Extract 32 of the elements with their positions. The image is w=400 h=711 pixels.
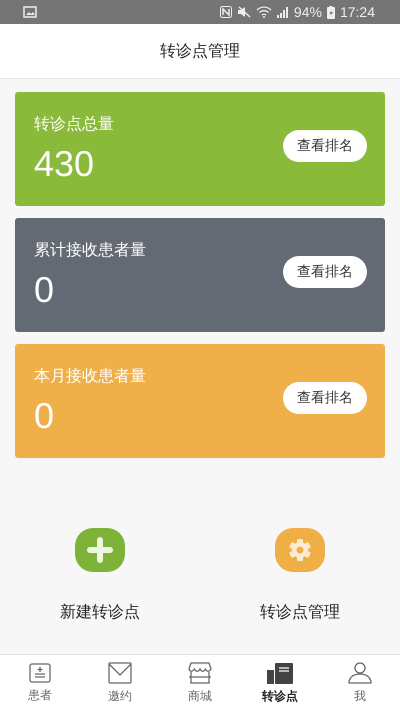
stat-label: 本月接收患者量 [34,366,147,386]
tab-item[interactable]: 我 [320,655,400,711]
envelope-icon [108,662,132,684]
battery-icon [326,6,335,18]
ranking-button[interactable]: 查看排名 [283,130,367,162]
stat-label: 转诊点总量 [34,114,115,134]
action-label[interactable]: 转诊点管理 [260,602,340,623]
page-title: 转诊点管理 [160,40,240,62]
storefront-icon [188,662,212,684]
stat-value: 0 [34,394,56,436]
battery-level: 94% [294,4,322,20]
clipboard-icon [29,662,51,682]
tab-item[interactable]: 患者 [0,655,80,711]
settings-icon[interactable] [275,528,325,572]
add-icon[interactable] [75,528,125,572]
signal-icon [276,6,289,18]
document-icon [267,662,293,684]
stat-label: 累计接收患者量 [34,240,147,260]
person-icon [348,662,372,684]
image-icon [23,6,37,18]
ranking-button[interactable]: 查看排名 [283,382,367,414]
stat-value: 0 [34,268,56,310]
wifi-icon [256,6,272,18]
tab-item[interactable]: 转诊点 [240,655,320,711]
nfc-icon [220,6,232,18]
action-label[interactable]: 新建转诊点 [60,602,140,623]
mute-icon [236,6,251,18]
stat-value: 430 [34,142,96,184]
ranking-button[interactable]: 查看排名 [283,256,367,288]
clock-time: 17:24 [340,4,375,20]
tab-item[interactable]: 邀约 [80,655,160,711]
tab-item[interactable]: 商城 [160,655,240,711]
